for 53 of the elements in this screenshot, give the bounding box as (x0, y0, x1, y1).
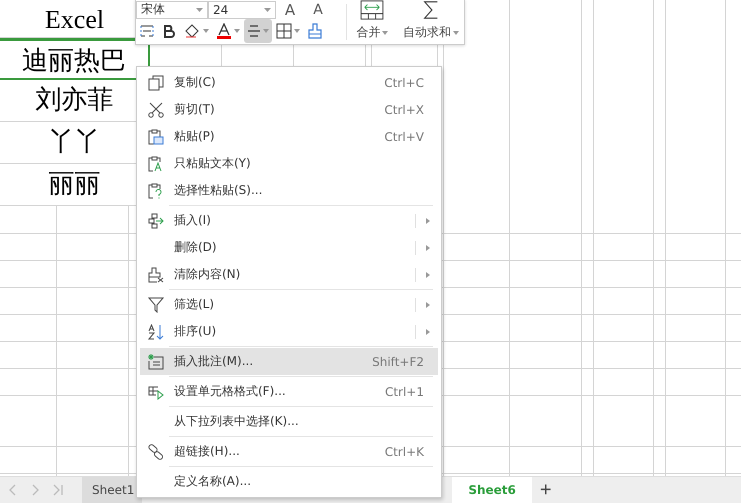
caret-icon (196, 8, 203, 12)
menu-item[interactable]: 插入(I) (140, 207, 438, 234)
font-name-field[interactable]: 宋体 (136, 0, 208, 18)
merge-button[interactable]: 合并 (351, 0, 394, 44)
merge-cells-icon (359, 0, 386, 20)
caret-icon (294, 29, 300, 33)
sheet-tab[interactable]: Sheet6 (452, 477, 532, 503)
font-size-field[interactable]: 24 (208, 0, 276, 18)
cell-format-icon (148, 384, 164, 400)
filter-icon (148, 296, 164, 312)
menu-item[interactable]: 定义名称(A)... (140, 468, 438, 495)
menu-item[interactable]: 排序(U) (140, 318, 438, 345)
format-painter-icon (307, 23, 323, 39)
menu-item[interactable]: 设置单元格格式(F)... Ctrl+1 (140, 378, 438, 405)
sort-icon (148, 324, 164, 340)
clipboard-icon (148, 156, 164, 172)
caret-icon (452, 30, 459, 34)
align-button[interactable] (244, 19, 272, 43)
menu-item[interactable]: 插入批注(M)... Shift+F2 (140, 348, 438, 375)
caret-icon (263, 29, 269, 33)
clipboard-icon (148, 182, 164, 198)
font-name-value: 宋体 (141, 1, 165, 18)
autosum-button[interactable]: 自动求和 (398, 0, 464, 44)
decrease-font-button[interactable]: A (304, 2, 332, 18)
increase-font-button[interactable]: A (276, 2, 304, 18)
sheet-tab[interactable]: Sheet1 (82, 477, 142, 503)
menu-item[interactable]: 清除内容(N) (140, 261, 438, 288)
caret-icon (264, 8, 271, 12)
add-sheet-button[interactable]: + (532, 477, 560, 503)
comment-icon (148, 354, 164, 370)
borders-icon (276, 23, 292, 39)
menu-item[interactable]: 超链接(H)... Ctrl+K (140, 438, 438, 465)
align-center-icon (247, 24, 261, 38)
font-color-icon (216, 23, 232, 39)
fill-color-icon (183, 23, 201, 39)
clipboard-icon (148, 128, 164, 144)
copy-icon (148, 74, 164, 90)
caret-icon (382, 30, 388, 34)
menu-item[interactable]: 筛选(L) (140, 291, 438, 318)
menu-item[interactable]: 从下拉列表中选择(K)... (140, 408, 438, 435)
wrap-text-icon (139, 23, 155, 39)
menu-item[interactable]: 删除(D) (140, 234, 438, 261)
font-size-value: 24 (213, 2, 228, 16)
link-icon (148, 444, 164, 460)
table-cell: 迪丽热巴 (0, 38, 150, 80)
insert-cells-icon (148, 212, 164, 228)
caret-icon (203, 29, 209, 33)
caret-icon (234, 29, 240, 33)
eraser-icon (148, 266, 164, 282)
merge-label: 合并 (356, 24, 380, 41)
bold-icon (162, 24, 176, 38)
autosum-label: 自动求和 (402, 24, 451, 41)
scissors-icon (148, 102, 164, 118)
